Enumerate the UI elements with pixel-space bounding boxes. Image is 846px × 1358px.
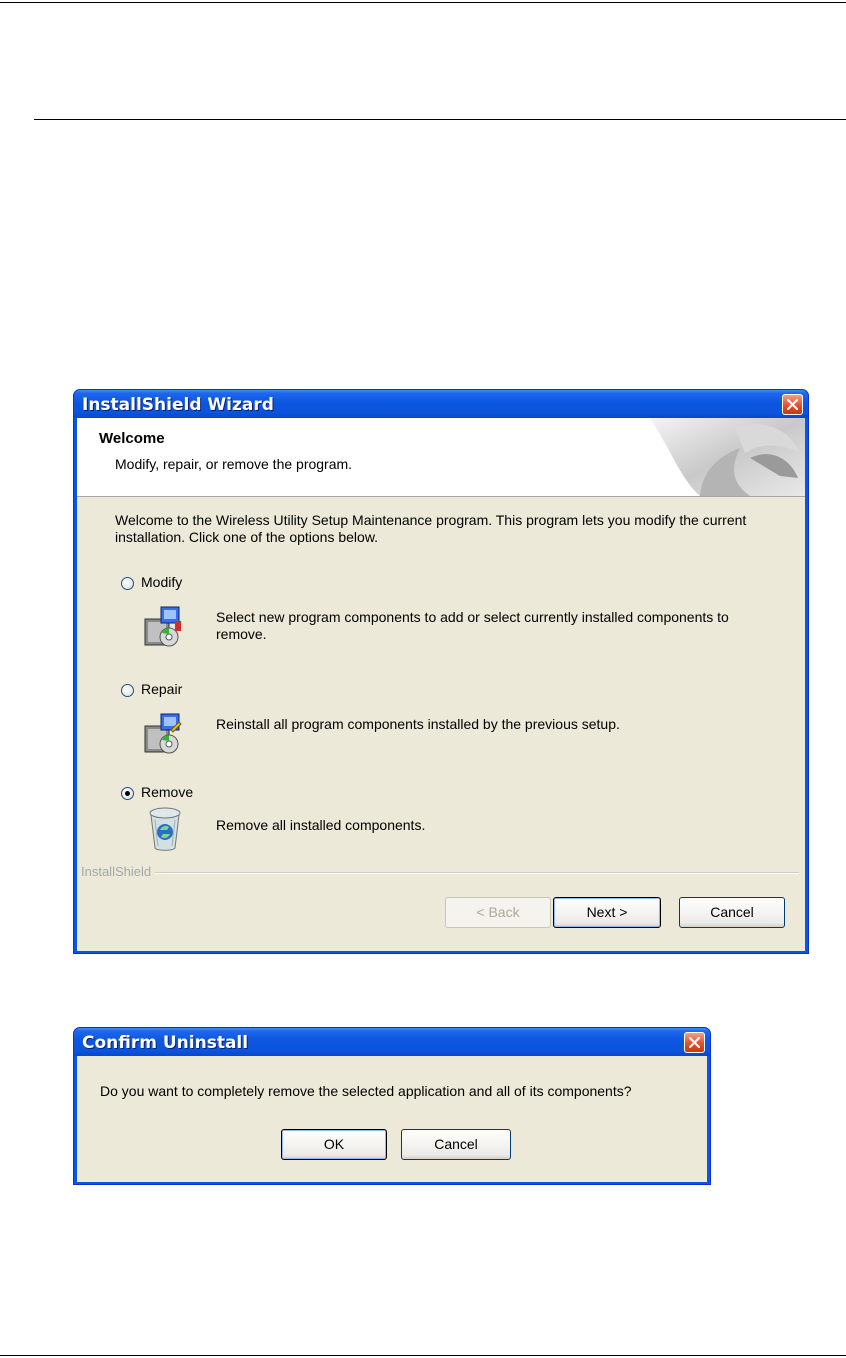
repair-description: Reinstall all program components install… <box>216 716 620 732</box>
confirm-title: Confirm Uninstall <box>82 1033 249 1053</box>
modify-radio[interactable] <box>121 577 134 590</box>
page-top-rule <box>0 2 846 3</box>
wizard-body: Welcome Modify, repair, or remove the pr… <box>77 418 805 951</box>
wizard-intro-text: Welcome to the Wireless Utility Setup Ma… <box>115 512 747 545</box>
confirm-cancel-button[interactable]: Cancel <box>401 1129 511 1160</box>
installshield-divider <box>81 872 799 874</box>
installshield-wizard-window: InstallShield Wizard Welcome Modify, rep… <box>73 389 809 954</box>
wizard-close-button[interactable] <box>782 394 803 415</box>
modify-description: Select new program components to add or … <box>216 609 729 642</box>
recycle-bin-icon <box>147 806 187 851</box>
cancel-button[interactable]: Cancel <box>679 897 785 928</box>
confirm-body: Do you want to completely remove the sel… <box>77 1056 707 1182</box>
confirm-titlebar[interactable]: Confirm Uninstall <box>74 1028 710 1056</box>
installshield-page-curl-graphic <box>640 418 805 496</box>
remove-label[interactable]: Remove <box>141 784 193 800</box>
next-button[interactable]: Next > <box>553 897 661 928</box>
page-header-rule <box>34 119 846 120</box>
modify-label[interactable]: Modify <box>141 574 182 590</box>
close-icon <box>689 1037 700 1048</box>
confirm-uninstall-dialog: Confirm Uninstall Do you want to complet… <box>73 1027 711 1185</box>
wizard-header-panel: Welcome Modify, repair, or remove the pr… <box>77 418 805 497</box>
setup-components-icon <box>143 605 183 649</box>
confirm-message: Do you want to completely remove the sel… <box>100 1083 632 1099</box>
setup-repair-icon <box>143 712 183 756</box>
wizard-title: InstallShield Wizard <box>82 395 274 415</box>
back-button[interactable]: < Back <box>445 897 551 928</box>
remove-radio[interactable] <box>121 787 134 800</box>
close-icon <box>787 399 798 410</box>
wizard-header-subtitle: Modify, repair, or remove the program. <box>115 456 353 472</box>
page-bottom-rule <box>0 1355 846 1356</box>
remove-description: Remove all installed components. <box>216 817 426 833</box>
repair-label[interactable]: Repair <box>141 681 182 697</box>
confirm-close-button[interactable] <box>684 1032 705 1053</box>
installshield-brand-label: InstallShield <box>81 864 156 879</box>
wizard-titlebar[interactable]: InstallShield Wizard <box>74 390 808 418</box>
wizard-header-title: Welcome <box>99 430 165 447</box>
ok-button[interactable]: OK <box>281 1129 387 1160</box>
repair-radio[interactable] <box>121 684 134 697</box>
